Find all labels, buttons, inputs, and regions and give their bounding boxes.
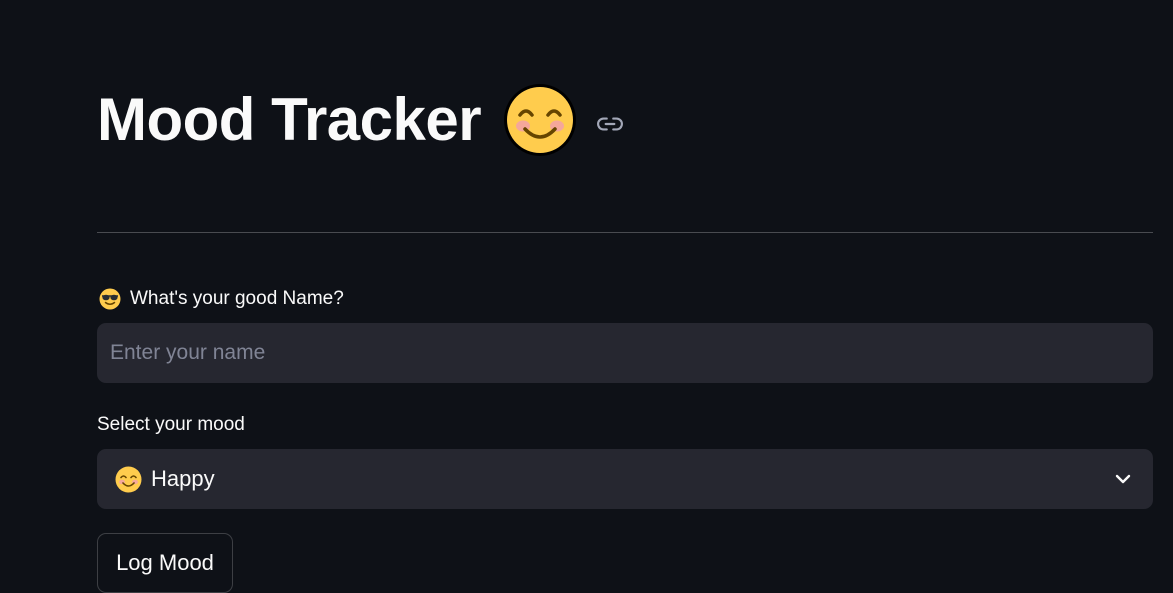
name-field-label: What's your good Name? [99,287,344,311]
chevron-down-icon[interactable] [1113,469,1133,489]
mood-select-value: Happy [151,466,215,491]
main-container: Mood Tracker What's your good Name? Ente… [97,0,1153,593]
page-title: Mood Tracker [97,86,482,153]
mood-select-label: Select your mood [97,414,245,435]
link-icon[interactable] [597,111,624,137]
sunglasses-face-emoji-icon [99,288,121,310]
divider [97,232,1153,233]
name-input[interactable] [97,323,1153,383]
log-mood-button[interactable]: Log Mood [97,533,233,593]
name-field-label-text: What's your good Name? [130,288,344,309]
mood-select[interactable]: Happy [97,449,1153,509]
page-header: Mood Tracker [97,82,624,158]
smiling-face-emoji-icon [503,83,577,157]
smiling-face-emoji-icon [115,466,142,493]
